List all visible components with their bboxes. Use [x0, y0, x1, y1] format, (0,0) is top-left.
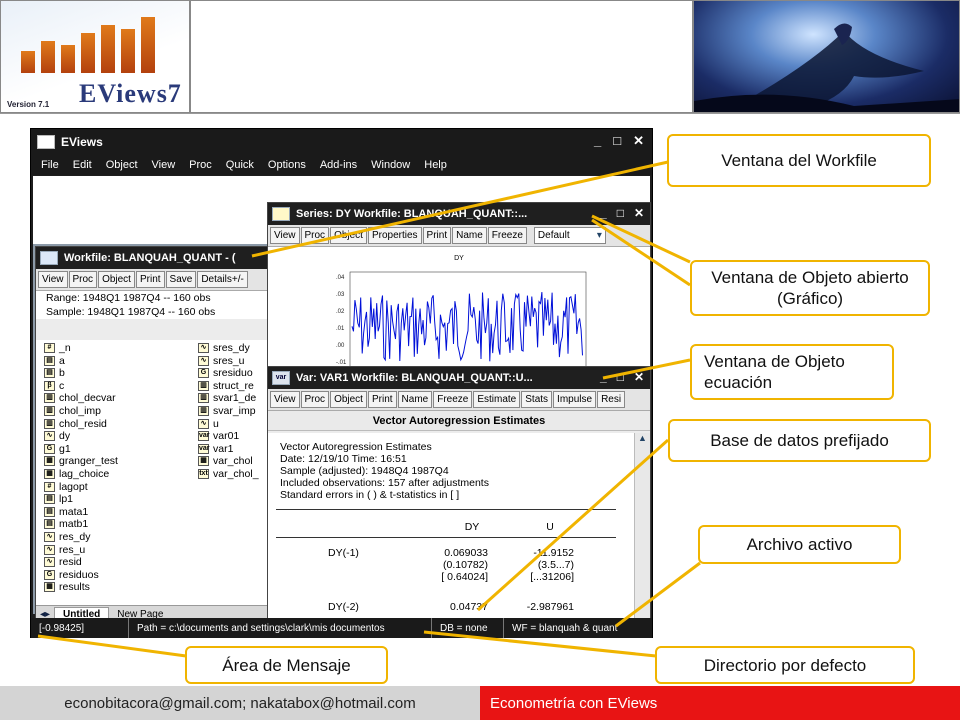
callout-equation-window: Ventana de Objeto ecuación — [690, 344, 894, 400]
callout-default-database: Base de datos prefijado — [668, 419, 931, 462]
callout-default-directory: Directorio por defecto — [655, 646, 915, 684]
footer-course-title: Econometría con EViews — [480, 686, 960, 720]
callout-message-area: Área de Mensaje — [185, 646, 388, 684]
callout-active-file: Archivo activo — [698, 525, 901, 564]
footer-contact-emails: econobitacora@gmail.com; nakatabox@hotma… — [0, 686, 480, 720]
callout-graph-window: Ventana de Objeto abierto (Gráfico) — [690, 260, 930, 316]
callout-workfile-window: Ventana del Workfile — [667, 134, 931, 187]
